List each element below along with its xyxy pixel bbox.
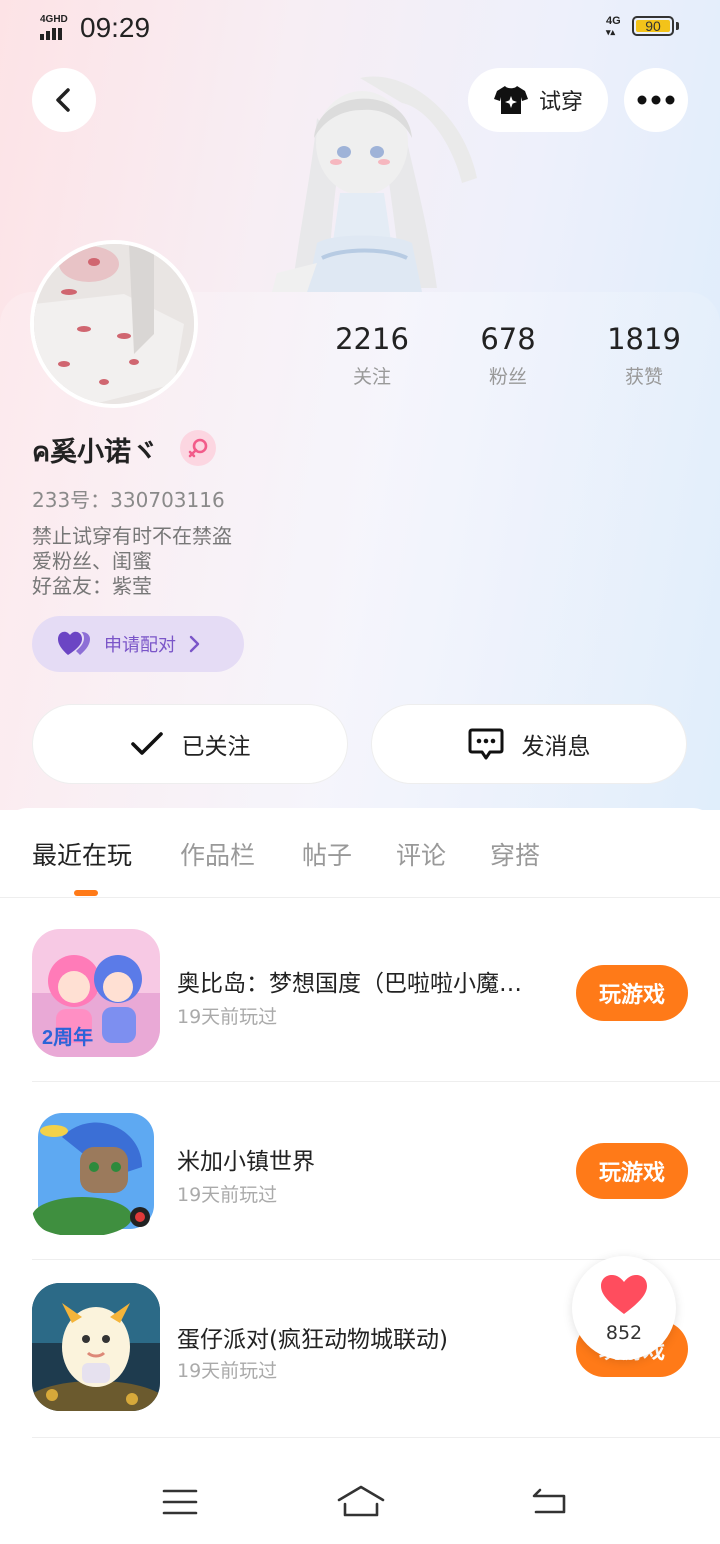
request-pair-button[interactable]: 申请配对: [32, 616, 244, 672]
double-heart-icon: [58, 631, 90, 655]
send-message-label: 发消息: [521, 734, 591, 760]
following-count: 2216: [335, 322, 409, 356]
user-id: 233号：330703116: [32, 488, 225, 512]
try-on-label: 试穿: [538, 90, 583, 115]
game-icon-miga: [32, 1107, 160, 1235]
tab-comments[interactable]: 评论: [396, 836, 446, 872]
chevron-left-icon: [56, 88, 70, 112]
game-title: 奥比岛：梦想国度（巴啦啦小魔…: [177, 971, 522, 997]
fans-count: 678: [480, 322, 536, 356]
try-on-button[interactable]: 试穿: [468, 68, 608, 132]
game-icon-aobi: 2周年: [32, 929, 160, 1057]
like-count: 852: [605, 1322, 643, 1344]
battery-level: 90: [645, 18, 661, 34]
bio-line: 禁止试穿有时不在禁盗: [32, 524, 232, 548]
stat-likes[interactable]: 1819 获赞: [584, 322, 704, 389]
message-icon: [468, 728, 503, 760]
game-last-played: 19天前玩过: [177, 1360, 278, 1382]
more-options-button[interactable]: [624, 68, 688, 132]
list-item[interactable]: 2周年 奥比岛：梦想国度（巴啦啦小魔… 19天前玩过 玩游戏: [32, 904, 720, 1082]
user-bio: 禁止试穿有时不在禁盗 爱粉丝、闺蜜 好盆友：紫莹: [32, 524, 232, 599]
bio-line: 爱粉丝、闺蜜: [32, 549, 152, 573]
clock: 09:29: [80, 12, 151, 43]
game-last-played: 19天前玩过: [177, 1006, 278, 1028]
home-icon[interactable]: [336, 1484, 386, 1518]
list-item[interactable]: 米加小镇世界 19天前玩过 玩游戏: [32, 1082, 720, 1260]
bio-line: 好盆友：紫莹: [32, 574, 152, 598]
likes-label: 获赞: [624, 366, 663, 388]
female-icon: [180, 430, 216, 466]
signal-icon: [40, 28, 62, 40]
send-message-button[interactable]: 发消息: [371, 704, 687, 784]
followed-button[interactable]: 已关注: [32, 704, 348, 784]
stat-fans[interactable]: 678 粉丝: [448, 322, 568, 389]
profile-tabs: 最近在玩 作品栏 帖子 评论 穿搭: [0, 808, 720, 898]
battery-icon: 90: [632, 16, 674, 36]
following-label: 关注: [352, 366, 391, 388]
heart-icon: [601, 1275, 647, 1314]
like-float-button[interactable]: 852: [572, 1256, 676, 1360]
followed-label: 已关注: [181, 734, 251, 760]
more-icon: [637, 95, 675, 105]
network-icon: 4G ▾▴: [606, 15, 621, 38]
stat-following[interactable]: 2216 关注: [312, 322, 432, 389]
game-title: 米加小镇世界: [177, 1149, 315, 1175]
avatar-3d-figure: [262, 48, 484, 292]
system-nav-bar: [0, 1440, 720, 1544]
game-title: 蛋仔派对(疯狂动物城联动): [177, 1327, 448, 1353]
status-bar: 4GHD 09:29 4G ▾▴ 90: [0, 10, 720, 50]
network-label: 4G: [606, 15, 621, 27]
game-last-played: 19天前玩过: [177, 1184, 278, 1206]
tab-posts[interactable]: 帖子: [302, 836, 352, 872]
request-pair-label: 申请配对: [104, 635, 176, 656]
avatar[interactable]: [30, 240, 198, 408]
signal-label: 4GHD: [40, 14, 68, 25]
likes-count: 1819: [607, 322, 681, 356]
tab-outfits[interactable]: 穿搭: [490, 836, 540, 872]
game-icon-eggy-party: [32, 1283, 160, 1411]
anniversary-badge: 2周年: [42, 1027, 94, 1049]
tab-recently-played[interactable]: 最近在玩: [32, 836, 132, 872]
play-game-button[interactable]: 玩游戏: [576, 1143, 688, 1199]
fans-label: 粉丝: [488, 366, 527, 388]
active-tab-indicator: [74, 890, 98, 896]
back-button[interactable]: [32, 68, 96, 132]
check-icon: [130, 732, 163, 755]
menu-icon[interactable]: [162, 1488, 198, 1516]
chevron-right-icon: [189, 635, 200, 653]
back-nav-icon[interactable]: [530, 1486, 568, 1516]
tab-works[interactable]: 作品栏: [180, 836, 255, 872]
tshirt-icon: [493, 86, 528, 114]
user-name: ค奚小诺ヾ: [32, 437, 159, 468]
play-game-button[interactable]: 玩游戏: [576, 965, 688, 1021]
